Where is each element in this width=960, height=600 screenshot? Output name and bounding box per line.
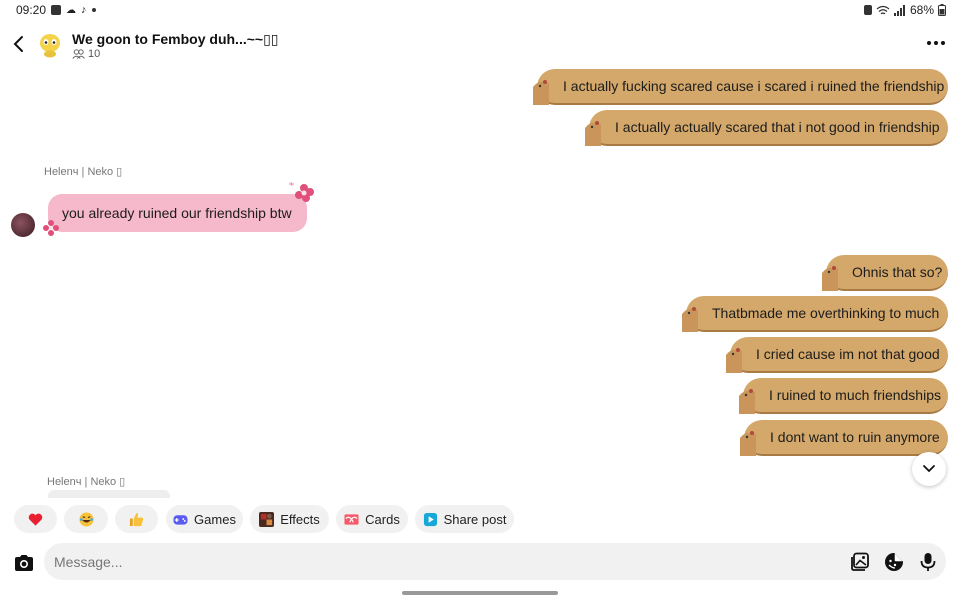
group-avatar-icon[interactable] — [38, 30, 62, 58]
mic-icon[interactable] — [918, 552, 938, 572]
outgoing-message[interactable]: I cried cause im not that good — [726, 337, 948, 373]
effects-label: Effects — [280, 511, 320, 527]
share-post-button[interactable]: Share post — [415, 505, 514, 533]
cards-button[interactable]: Cards — [336, 505, 408, 533]
heart-icon — [28, 513, 43, 526]
outgoing-message[interactable]: I actually actually scared that i not go… — [585, 110, 948, 146]
message-text: I ruined to much friendships — [769, 387, 941, 403]
message-box — [44, 543, 946, 580]
quick-actions-bar: Games Effects Cards Share post — [0, 505, 960, 535]
outgoing-message[interactable]: I ruined to much friendships — [739, 378, 948, 414]
incoming-message[interactable]: you already ruined our friendship btw — [48, 194, 307, 232]
outgoing-message[interactable]: Ohnis that so? — [822, 255, 948, 291]
members-icon — [72, 49, 85, 59]
cloud-icon: ☁ — [66, 4, 77, 16]
battery-level: 68% — [909, 3, 934, 17]
capybara-bubble-icon — [682, 307, 698, 332]
signal-icon — [893, 4, 905, 16]
outgoing-message[interactable]: I dont want to ruin anymore — [740, 420, 948, 456]
message-text: you already ruined our friendship btw — [62, 205, 292, 221]
more-icon[interactable] — [926, 34, 946, 52]
capybara-bubble-icon — [822, 266, 838, 291]
member-count-value: 10 — [88, 48, 101, 60]
flower-decoration-icon — [289, 181, 314, 202]
back-arrow-icon[interactable] — [10, 34, 28, 54]
flower-decoration-icon — [43, 220, 59, 236]
member-count[interactable]: 10 — [72, 48, 100, 60]
capybara-bubble-icon — [533, 80, 549, 105]
chat-title[interactable]: We goon to Femboy duh...~~▯▯ — [72, 31, 279, 48]
status-bar: 09:20 ☁ ♪ 68% — [0, 0, 960, 20]
effects-button[interactable]: Effects — [250, 505, 329, 533]
heart-reaction-button[interactable] — [14, 505, 57, 533]
cards-label: Cards — [365, 511, 400, 527]
capybara-bubble-icon — [585, 121, 601, 146]
thumbs-up-icon — [129, 512, 144, 526]
sender-name: Helenч | Neko ▯ — [47, 476, 126, 488]
incoming-message-partial[interactable] — [48, 490, 170, 498]
lock-icon — [863, 5, 872, 15]
share-post-label: Share post — [443, 511, 507, 527]
home-indicator[interactable] — [402, 591, 558, 595]
share-post-icon — [423, 512, 437, 526]
capybara-bubble-icon — [739, 389, 755, 414]
laugh-reaction-button[interactable] — [64, 505, 108, 533]
message-text: Thatbmade me overthinking to much — [712, 305, 940, 321]
chevron-down-icon — [923, 465, 935, 473]
outgoing-message[interactable]: Thatbmade me overthinking to much — [682, 296, 948, 332]
games-button[interactable]: Games — [166, 505, 243, 533]
battery-icon — [938, 4, 946, 16]
message-text: I actually actually scared that i not go… — [615, 119, 940, 135]
capybara-bubble-icon — [740, 431, 756, 456]
message-composer — [0, 543, 960, 583]
cards-icon — [344, 513, 359, 525]
chat-header: We goon to Femboy duh...~~▯▯ 10 — [0, 26, 960, 66]
laugh-emoji-icon — [78, 511, 94, 527]
message-text: I cried cause im not that good — [756, 346, 940, 362]
notification-photo-icon — [51, 5, 62, 15]
thumbs-up-reaction-button[interactable] — [115, 505, 158, 533]
effects-icon — [259, 511, 275, 527]
message-text: I actually fucking scared cause i scared… — [563, 78, 945, 94]
message-input[interactable] — [54, 543, 814, 580]
avatar[interactable] — [11, 213, 35, 237]
message-text: Ohnis that so? — [852, 264, 943, 280]
tiktok-icon: ♪ — [81, 4, 87, 16]
status-time: 09:20 — [16, 3, 47, 17]
sender-name: Helenч | Neko ▯ — [44, 166, 123, 178]
capybara-bubble-icon — [726, 348, 742, 373]
gallery-icon[interactable] — [850, 552, 870, 572]
games-icon — [173, 514, 188, 525]
wifi-icon — [876, 5, 890, 14]
outgoing-message[interactable]: I actually fucking scared cause i scared… — [533, 69, 948, 105]
scroll-to-bottom-button[interactable] — [912, 452, 946, 486]
sticker-icon[interactable] — [884, 552, 904, 572]
games-label: Games — [194, 511, 236, 527]
camera-icon[interactable] — [13, 552, 35, 574]
more-notifications-icon — [91, 8, 96, 12]
message-text: I dont want to ruin anymore — [770, 429, 940, 445]
